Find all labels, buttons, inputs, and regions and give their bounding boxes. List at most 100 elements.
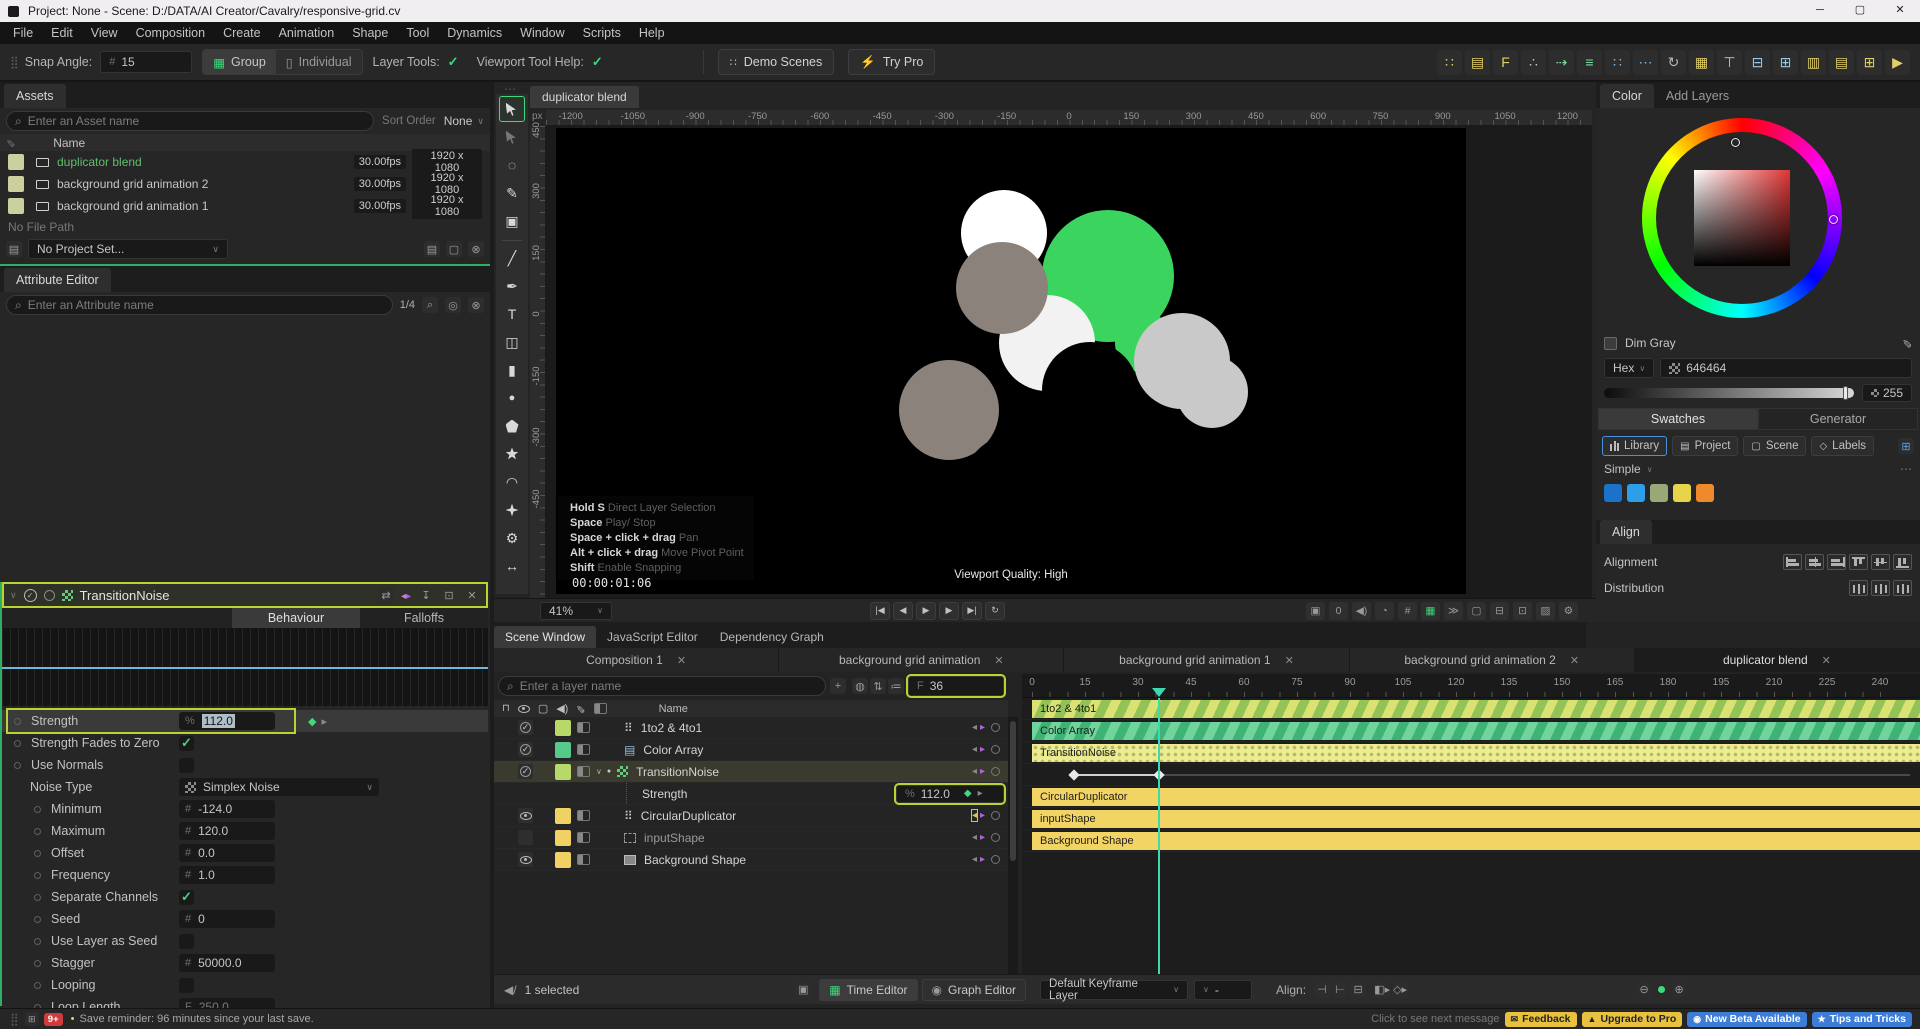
next-message-link[interactable]: Click to see next message — [1371, 1013, 1499, 1025]
menu-composition[interactable]: Composition — [127, 26, 214, 40]
asset-row[interactable]: background grid animation 230.00fps1920 … — [0, 173, 490, 195]
solo-circle-icon[interactable] — [991, 833, 1000, 842]
render-toggle[interactable] — [577, 744, 590, 755]
keyframe-dot[interactable] — [34, 982, 41, 989]
menu-tool[interactable]: Tool — [397, 26, 438, 40]
layer-swatch[interactable] — [555, 742, 571, 758]
layer-bar[interactable]: CircularDuplicator — [1032, 788, 1920, 806]
arc-tool[interactable]: ◠ — [499, 469, 525, 495]
out-connection-icon[interactable]: ▸ — [980, 810, 985, 821]
pipette-icon[interactable]: ✎ — [6, 136, 15, 149]
align-middle-icon[interactable] — [1871, 554, 1890, 570]
asset-search[interactable]: ⌕ — [6, 111, 374, 131]
layer-row-circularduplicator[interactable]: ⠿CircularDuplicator◂▸ — [494, 805, 1008, 827]
attribute-row-stagger[interactable]: Stagger#50000.0 — [2, 952, 488, 974]
attribute-row-strength-fades-to-zero[interactable]: Strength Fades to Zero✓ — [2, 732, 488, 754]
sparkle-tool[interactable] — [499, 497, 525, 523]
out-connection-icon[interactable]: ▸ — [980, 722, 985, 733]
filter-sphere-icon[interactable]: ◍ — [852, 678, 868, 694]
value-field[interactable]: #120.0 — [179, 822, 275, 840]
current-frame-field[interactable]: F 36 — [908, 676, 1004, 696]
saturation-value-square[interactable] — [1694, 170, 1790, 266]
layer-search-input[interactable] — [520, 679, 817, 693]
swatch-menu-icon[interactable]: ⋯ — [1900, 462, 1912, 476]
sv-selector[interactable] — [1731, 138, 1740, 147]
in-connection-icon[interactable]: ◂ — [972, 810, 977, 821]
eyedropper-icon[interactable]: ✎ — [1902, 336, 1912, 350]
try-pro-button[interactable]: ⚡ Try Pro — [848, 49, 935, 75]
attribute-row-seed[interactable]: Seed#0 — [2, 908, 488, 930]
tab-generator[interactable]: Generator — [1758, 408, 1918, 430]
menu-scripts[interactable]: Scripts — [574, 26, 630, 40]
badge-new-beta-available[interactable]: ◉New Beta Available — [1687, 1012, 1806, 1027]
keyframe-dot[interactable] — [14, 740, 21, 747]
asset-name[interactable]: background grid animation 1 — [57, 199, 208, 213]
tab-swatches[interactable]: Swatches — [1598, 408, 1758, 430]
tab-scene-window[interactable]: Scene Window — [494, 626, 596, 648]
attribute-row-noise-type[interactable]: Noise TypeSimplex Noise∨ — [2, 776, 488, 798]
keyframe-dot[interactable] — [34, 872, 41, 879]
layer-bar[interactable]: Color Array — [1032, 722, 1920, 740]
play-button[interactable]: ▶ — [916, 602, 936, 620]
layer-swatch[interactable] — [555, 764, 571, 780]
more-points-icon[interactable]: ⋯ — [1633, 50, 1658, 75]
enable-toggle[interactable]: ✓ — [518, 742, 533, 757]
swatch-0[interactable] — [1604, 484, 1622, 502]
menu-shape[interactable]: Shape — [343, 26, 397, 40]
menu-file[interactable]: File — [4, 26, 42, 40]
cube-icon[interactable]: ▤ — [1465, 50, 1490, 75]
solo-circle-icon[interactable] — [991, 745, 1000, 754]
project-set-icon[interactable]: ▤ — [6, 241, 22, 257]
layer-row-transitionnoise[interactable]: ✓∨●TransitionNoise◂▸ — [494, 761, 1008, 783]
track-row[interactable]: Color Array — [1022, 720, 1920, 742]
toolbar-grip[interactable]: ⣿ — [10, 55, 17, 69]
individual-toggle[interactable]: ▯Individual — [276, 50, 362, 74]
attribute-search[interactable]: ⌕ — [6, 295, 393, 315]
zoom-attributes-icon[interactable]: ⌕ — [422, 297, 438, 313]
tab-add-layers[interactable]: Add Layers — [1654, 84, 1741, 108]
pixel-grid-icon[interactable]: ▦ — [1421, 602, 1440, 620]
value-field[interactable]: #0.0 — [179, 844, 275, 862]
loop-button[interactable]: ↻ — [985, 602, 1005, 620]
out-connection-icon[interactable]: ▸ — [980, 832, 985, 843]
menu-animation[interactable]: Animation — [270, 26, 344, 40]
strength-value-field[interactable]: %112.0◆▸ — [896, 785, 1004, 803]
out-connection-icon[interactable]: ▸ — [980, 744, 985, 755]
tab-dependency-graph[interactable]: Dependency Graph — [709, 626, 835, 648]
tab-align[interactable]: Align — [1600, 520, 1652, 544]
asset-row[interactable]: duplicator blend30.00fps1920 x 1080 — [0, 151, 490, 173]
playhead-marker[interactable] — [1152, 688, 1166, 697]
sort-order-dropdown[interactable]: None∨ — [444, 114, 484, 128]
clear-search-icon[interactable]: ⊗ — [468, 297, 484, 313]
solo-circle-icon[interactable] — [991, 811, 1000, 820]
keyframe-dot[interactable] — [34, 850, 41, 857]
scatter-icon[interactable]: ∴ — [1521, 50, 1546, 75]
expand-arrow[interactable]: ∨ — [596, 767, 602, 776]
add-layer-button[interactable]: + — [830, 678, 846, 694]
go-to-end-button[interactable]: ▶| — [962, 602, 982, 620]
layer-row-1to2-&-4to1[interactable]: ✓⠿1to2 & 4to1◂▸ — [494, 717, 1008, 739]
folder-icon[interactable]: ▤ — [424, 241, 440, 257]
layer-swatch[interactable] — [555, 720, 571, 736]
add-points-icon[interactable]: ∷ — [1605, 50, 1630, 75]
keyframe-diamond-icon[interactable]: ◆ — [964, 788, 972, 799]
transparency-icon[interactable]: ▨ — [1536, 602, 1555, 620]
distribute-spacing-icon[interactable] — [1893, 580, 1912, 596]
minimize-button[interactable]: ─ — [1800, 0, 1840, 22]
alpha-slider[interactable] — [1604, 388, 1854, 398]
comp-tab-duplicator-blend[interactable]: duplicator blend✕ — [1635, 648, 1920, 672]
notification-badge[interactable]: 9+ — [44, 1013, 63, 1026]
keyframe-layer-dropdown[interactable]: Default Keyframe Layer∨ — [1040, 980, 1188, 1000]
asset-row[interactable]: background grid animation 130.00fps1920 … — [0, 195, 490, 217]
frame-icon[interactable]: F — [1493, 50, 1518, 75]
comp-tab-composition-1[interactable]: Composition 1✕ — [494, 648, 779, 672]
noise-type-dropdown[interactable]: Simplex Noise∨ — [179, 778, 379, 796]
camera-icon[interactable]: ▶ — [1885, 50, 1910, 75]
snap-keys-icon[interactable]: ⊟ — [1350, 982, 1366, 998]
align-keys-left-icon[interactable]: ⊣ — [1314, 982, 1330, 998]
star-tool[interactable] — [499, 441, 525, 467]
swatch-4[interactable] — [1696, 484, 1714, 502]
tab-falloffs[interactable]: Falloffs — [360, 608, 488, 628]
playhead-line[interactable] — [1158, 698, 1160, 974]
in-connection-icon[interactable]: ◂ — [972, 832, 977, 843]
